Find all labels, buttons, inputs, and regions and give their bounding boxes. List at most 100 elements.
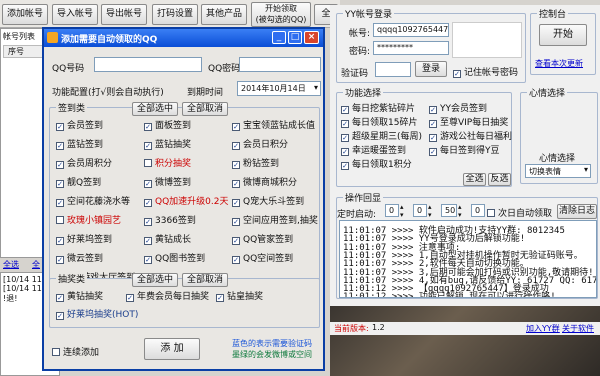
export-account-button[interactable]: 导出帐号 [101, 4, 147, 25]
sign-item-checkbox[interactable]: 玫瑰小镇园艺 [56, 213, 121, 226]
sign-cancel-all-button[interactable]: 全部取消 [182, 102, 228, 116]
function-item-checkbox[interactable]: ✓ 至尊VIP每日抽奖 [429, 115, 508, 128]
expire-date-picker[interactable]: 2014年10月14日 ▾ [237, 81, 321, 96]
sign-item-checkbox[interactable]: ✓ 好莱坞签到 [56, 232, 112, 245]
lottery-cancel-all-button[interactable]: 全部取消 [182, 273, 228, 287]
checkbox-box: ✓ [232, 161, 240, 169]
daily-auto-checkbox[interactable]: 次日自动领取 [487, 206, 552, 219]
sign-item-checkbox[interactable]: ✓ 空间花藤浇水等 [56, 194, 130, 207]
checkbox-box: ✓ [56, 312, 64, 320]
sign-item-checkbox[interactable]: 积分抽奖 [144, 156, 191, 169]
sign-item-checkbox[interactable]: ✓ 微博商城积分 [232, 175, 297, 188]
sign-item-checkbox[interactable]: ✓ 黄钻成长 [144, 232, 191, 245]
yy-invert-button[interactable]: 反选 [488, 173, 511, 186]
sign-item-checkbox[interactable]: ✓ QQ管家签到 [232, 232, 293, 245]
qq-password-input[interactable] [239, 57, 321, 72]
spin-icon[interactable]: ▴ ▾ [400, 203, 404, 219]
account-input[interactable]: qqqq1092765447 [373, 23, 449, 37]
qq-number-input[interactable] [94, 57, 202, 72]
function-item-checkbox[interactable]: ✓ 幸运暖蛋签到 [341, 143, 406, 156]
checkbox-box: ✓ [341, 162, 349, 170]
start-button[interactable]: 开始 [539, 24, 587, 46]
all-link[interactable]: 全 [32, 259, 40, 270]
about-link[interactable]: 关于软件 [562, 323, 594, 334]
sign-item-checkbox[interactable]: ✓ 面板签到 [144, 118, 191, 131]
checkbox-label: 微云签到 [67, 254, 104, 264]
sign-item-checkbox[interactable]: ✓ 蓝钻抽奖 [144, 137, 191, 150]
account-list-title: 帐号列表 [3, 32, 35, 41]
minimize-button[interactable]: _ [272, 31, 286, 44]
import-account-button[interactable]: 导入帐号 [52, 4, 98, 25]
continuous-add-checkbox[interactable]: 连续添加 [52, 345, 99, 358]
sign-item-checkbox[interactable]: ✓ 微云签到 [56, 251, 103, 264]
close-icon[interactable]: × [304, 31, 319, 44]
view-update-link[interactable]: 查看本次更新 [535, 58, 583, 69]
checkbox-box: ✓ [144, 123, 152, 131]
background-image [330, 306, 600, 376]
captcha-input[interactable] [375, 62, 411, 77]
timer-min-input[interactable]: 0 [413, 204, 427, 217]
daily-auto-label: 次日自动领取 [498, 209, 553, 219]
lottery-select-all-button[interactable]: 全部选中 [132, 273, 178, 287]
spin-icon[interactable]: ▴ ▾ [458, 203, 462, 219]
mood-select[interactable]: 切换表情 ▾ [525, 164, 591, 178]
start-collect-button[interactable]: 开始领取 (被勾选的QQ) [251, 2, 311, 27]
maximize-button[interactable]: □ [288, 31, 302, 44]
lottery-item-checkbox[interactable]: ✓ 好莱坞抽奖(HOT) [56, 307, 138, 320]
sign-item-checkbox[interactable]: ✓ 会员签到 [56, 118, 103, 131]
select-all-link[interactable]: 全选 [3, 259, 19, 270]
checkbox-box: ✓ [144, 142, 152, 150]
checkbox-box: ✓ [341, 106, 349, 114]
timer-sec-input[interactable]: 50 [441, 204, 457, 217]
note-blue: 蓝色的表示需要验证码 [232, 339, 312, 348]
sign-item-checkbox[interactable]: ✓ 空间应用签到,抽奖 [232, 213, 318, 226]
login-button[interactable]: 登录 [415, 61, 447, 77]
timer-hour-input[interactable]: 0 [385, 204, 399, 217]
other-products-button[interactable]: 其他产品 [201, 4, 247, 25]
function-item-checkbox[interactable]: ✓ 每日签到得Y豆 [429, 143, 500, 156]
sign-item-checkbox[interactable]: ✓ 粉钻签到 [232, 156, 279, 169]
checkbox-box: ✓ [56, 123, 64, 131]
function-item-checkbox[interactable]: ✓ 每日领取15碎片 [341, 115, 417, 128]
lottery-item-checkbox[interactable]: ✓ 黄钻抽奖 [56, 289, 103, 302]
sign-item-checkbox[interactable]: ✓ 靓Q签到 [56, 175, 101, 188]
checkbox-label: 至尊VIP每日抽奖 [440, 118, 509, 128]
sign-item-checkbox[interactable]: ✓ 3366签到 [144, 213, 196, 226]
function-item-checkbox[interactable]: ✓ 超级星期三(每周) [341, 129, 422, 142]
checkbox-label: 空间应用签到,抽奖 [243, 216, 318, 226]
sign-select-all-button[interactable]: 全部选中 [132, 102, 178, 116]
function-item-checkbox[interactable]: ✓ 游戏公社每日福利 [429, 129, 512, 142]
lottery-item-checkbox[interactable]: ✓ 钻皇抽奖 [216, 289, 263, 302]
sign-item-checkbox[interactable]: ✓ 蓝钻签到 [56, 137, 103, 150]
remember-checkbox[interactable]: ✓ 记住帐号密码 [453, 65, 518, 78]
sign-item-checkbox[interactable]: ✓ QQ图书签到 [144, 251, 205, 264]
sign-group-label: 签到类 [56, 101, 88, 114]
checkbox-box: ✓ [56, 199, 64, 207]
checkbox-box: ✓ [232, 256, 240, 264]
sign-item-checkbox[interactable]: ✓ 宝宝领蓝钻成长值 [232, 118, 315, 131]
checkbox-box: ✓ [232, 180, 240, 188]
sign-item-checkbox[interactable]: ✓ Q宠大乐斗签到 [232, 194, 304, 207]
sign-item-checkbox[interactable]: ✓ 微博签到 [144, 175, 191, 188]
lottery-item-checkbox[interactable]: ✓ 年费会员每日抽奖 [126, 289, 209, 302]
sign-item-checkbox[interactable]: ✓ QQ空间签到 [232, 251, 293, 264]
add-button[interactable]: 添 加 [144, 338, 200, 360]
function-item-checkbox[interactable]: ✓ 每日挖紫钻碎片 [341, 101, 415, 114]
yy-select-all-button[interactable]: 全选 [463, 173, 486, 186]
clear-log-button[interactable]: 清除日志 [557, 204, 597, 219]
spin-icon[interactable]: ▴ ▾ [428, 203, 432, 219]
checkbox-label: 宝宝领蓝钻成长值 [243, 121, 316, 131]
sign-item-checkbox[interactable]: ✓ 会员日积分 [232, 137, 288, 150]
join-yy-link[interactable]: 加入YY群 [526, 323, 560, 334]
checkbox-box: ✓ [453, 70, 461, 78]
function-item-checkbox[interactable]: ✓ 每日领取1积分 [341, 157, 412, 170]
mood-group-label: 心情选择 [527, 86, 568, 99]
add-account-button[interactable]: 添加帐号 [2, 4, 48, 25]
checkbox-label: 黄钻抽奖 [67, 292, 104, 302]
captcha-settings-button[interactable]: 打码设置 [152, 4, 198, 25]
timer-extra-input[interactable]: 0 [471, 204, 485, 217]
password-input[interactable]: ********* [373, 41, 449, 55]
sign-item-checkbox[interactable]: ✓ QQ加速升级0.2天 [144, 194, 228, 207]
function-item-checkbox[interactable]: ✓ YY会员签到 [429, 101, 487, 114]
sign-item-checkbox[interactable]: ✓ 会员周积分 [56, 156, 112, 169]
